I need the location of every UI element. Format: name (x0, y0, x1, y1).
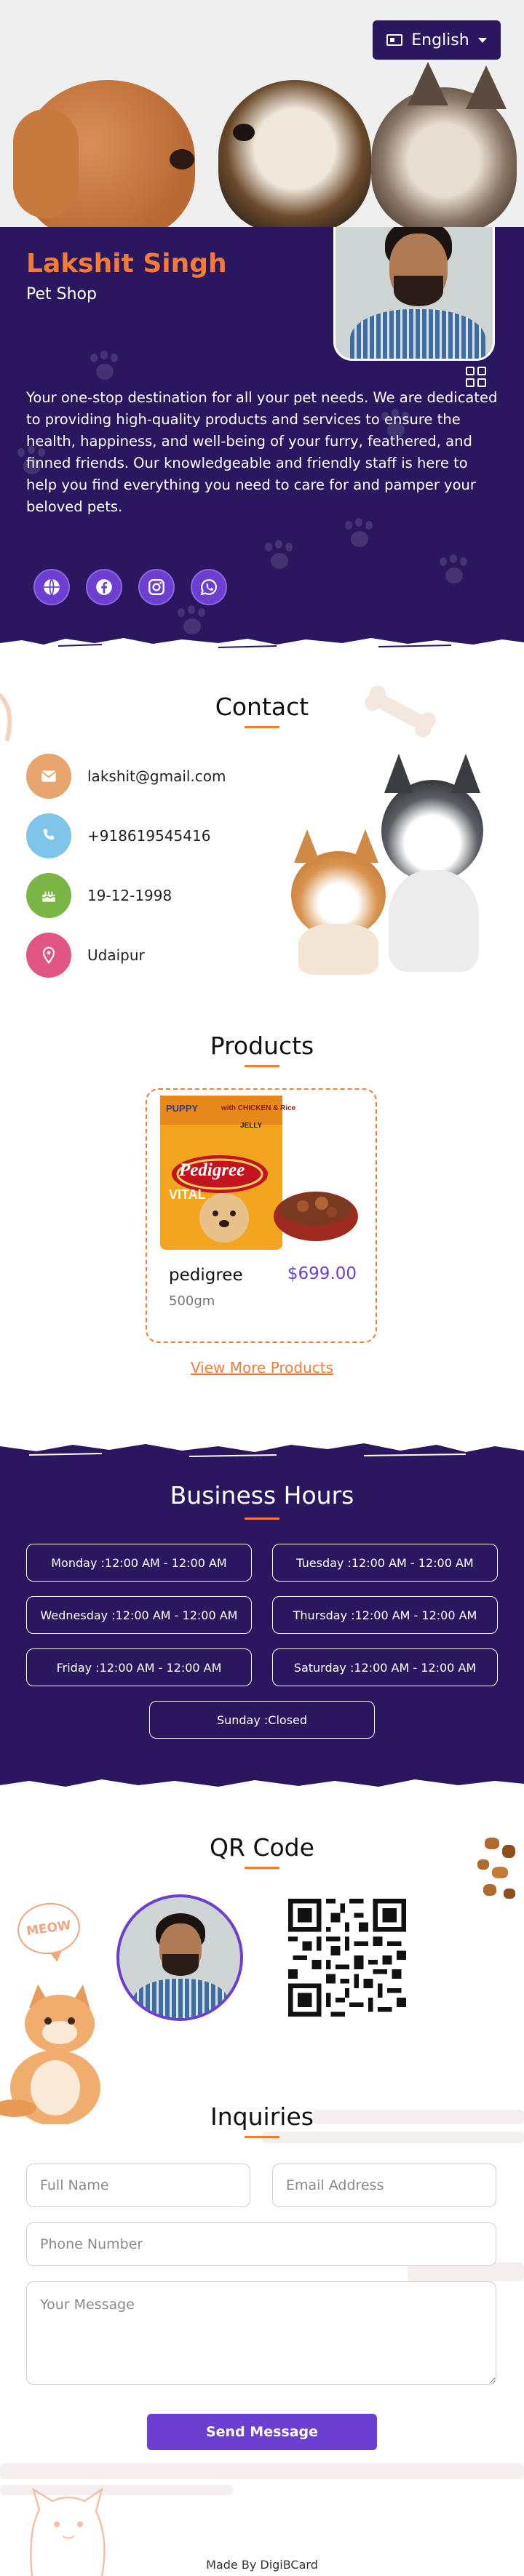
email-icon-badge (26, 754, 71, 799)
pack-flavor-label: with CHICKEN & Rice (221, 1104, 296, 1112)
whatsapp-link[interactable] (191, 569, 227, 605)
phone-icon-badge (26, 813, 71, 858)
mixed-dog-image (218, 80, 371, 227)
caret-down-icon (477, 37, 487, 43)
torn-edge-bottom (0, 1779, 524, 1801)
cake-icon (41, 891, 56, 902)
page: English Lakshit Singh Pet Shop Your one-… (0, 0, 524, 2576)
husky-puppy-image (368, 754, 499, 972)
hours-saturday: Saturday :12:00 AM - 12:00 AM (272, 1648, 498, 1686)
location-icon-badge (26, 933, 71, 978)
qr-code[interactable] (288, 1899, 406, 2017)
send-message-button[interactable]: Send Message (147, 2414, 377, 2450)
kibble-decoration (483, 1884, 496, 1896)
globe-icon (44, 578, 60, 596)
social-links (33, 569, 227, 605)
phone-icon (43, 829, 55, 840)
view-more-products-link[interactable]: View More Products (0, 1359, 524, 1376)
business-owner-name: Lakshit Singh (26, 249, 227, 279)
hours-monday: Monday :12:00 AM - 12:00 AM (26, 1544, 252, 1582)
email-field[interactable] (272, 2164, 496, 2207)
phone-field[interactable] (26, 2222, 496, 2266)
product-name: pedigree (169, 1266, 243, 1285)
whatsapp-icon (200, 579, 217, 596)
contact-phone[interactable]: +918619545416 (87, 827, 210, 845)
cat-image (371, 62, 517, 227)
instagram-icon (148, 579, 164, 595)
hours-tuesday: Tuesday :12:00 AM - 12:00 AM (272, 1544, 498, 1582)
facebook-link[interactable] (86, 569, 122, 605)
brush-decoration (262, 2132, 524, 2143)
profile-photo (333, 227, 495, 361)
hours-friday: Friday :12:00 AM - 12:00 AM (26, 1648, 252, 1686)
qr-profile-photo (116, 1894, 243, 2021)
product-weight: 500gm (169, 1293, 215, 1309)
envelope-icon (41, 770, 57, 782)
pack-line-label: VITAL (169, 1187, 206, 1202)
title-underline (245, 1065, 279, 1067)
footer-credit: Made By DigiBCard (206, 2558, 318, 2572)
torn-edge-top (0, 1437, 524, 1457)
title-underline (245, 2136, 279, 2138)
brush-decoration (0, 2463, 524, 2479)
about-text: Your one-stop destination for all your p… (26, 389, 498, 515)
products-title: Products (210, 1032, 314, 1060)
meow-speech-bubble: MEOW (14, 1899, 84, 1958)
facebook-icon (96, 579, 112, 595)
kibble-decoration (504, 1889, 515, 1899)
product-price: $699.00 (287, 1264, 357, 1283)
paw-decoration (342, 518, 376, 551)
id-card-icon (386, 34, 403, 46)
message-field[interactable] (26, 2281, 496, 2385)
kibble-decoration (492, 1867, 508, 1878)
contact-dob: 19-12-1998 (87, 887, 172, 904)
pack-top-label: PUPPY (166, 1103, 198, 1114)
product-pack-labels: PUPPY with CHICKEN & Rice JELLY Pedigree… (166, 1103, 296, 1202)
language-dropdown[interactable]: English (373, 20, 501, 60)
kibble-decoration (477, 1859, 489, 1870)
title-underline (245, 1518, 279, 1520)
contact-location-row[interactable]: Udaipur (26, 933, 145, 978)
instagram-link[interactable] (138, 569, 175, 605)
inquiries-title: Inquiries (210, 2102, 314, 2131)
qr-scan-icon[interactable] (466, 367, 488, 388)
contact-phone-row[interactable]: +918619545416 (26, 813, 210, 858)
map-pin-icon (42, 946, 55, 964)
birthday-icon-badge (26, 873, 71, 918)
poodle-image (13, 80, 195, 227)
qr-title: QR Code (210, 1833, 314, 1862)
business-hours-section: Business Hours Monday :12:00 AM - 12:00 … (0, 1437, 524, 1801)
hours-sunday: Sunday :Closed (149, 1701, 375, 1739)
contact-email-row[interactable]: lakshit@gmail.com (26, 754, 226, 799)
title-underline (245, 726, 279, 728)
business-category: Pet Shop (26, 285, 97, 303)
hero-banner: English (0, 0, 524, 227)
full-name-field[interactable] (26, 2164, 250, 2207)
business-hours-title: Business Hours (170, 1481, 354, 1510)
contact-email[interactable]: lakshit@gmail.com (87, 767, 226, 785)
paw-decoration (87, 351, 121, 384)
contact-location[interactable]: Udaipur (87, 946, 145, 964)
product-card[interactable]: PUPPY with CHICKEN & Rice JELLY Pedigree… (146, 1088, 377, 1343)
title-underline (245, 1867, 279, 1869)
paw-decoration (437, 554, 470, 588)
kibble-decoration (485, 1838, 499, 1849)
contact-title: Contact (215, 693, 309, 721)
hours-wednesday: Wednesday :12:00 AM - 12:00 AM (26, 1596, 252, 1634)
pack-type-label: JELLY (240, 1122, 263, 1130)
hours-thursday: Thursday :12:00 AM - 12:00 AM (272, 1596, 498, 1634)
kibble-decoration (502, 1845, 515, 1858)
torn-edge-divider (0, 638, 524, 656)
language-label: English (411, 31, 469, 49)
pack-brand-label: Pedigree (178, 1160, 245, 1180)
contact-dob-row: 19-12-1998 (26, 873, 172, 918)
profile-section: Lakshit Singh Pet Shop Your one-stop des… (0, 227, 524, 656)
website-link[interactable] (33, 569, 70, 605)
paw-decoration (262, 540, 295, 573)
